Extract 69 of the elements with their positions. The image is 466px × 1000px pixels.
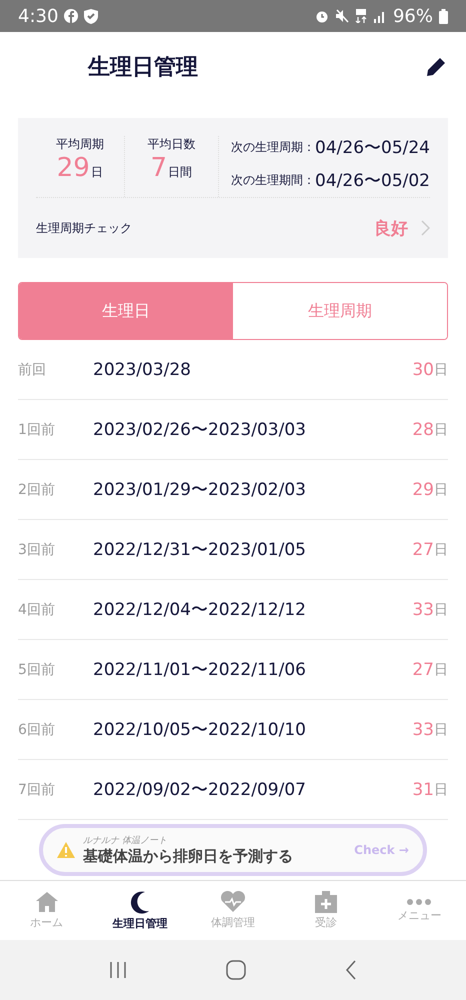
period-dates: 2023/03/28 [93,360,192,380]
period-dates: 2023/01/29〜2023/02/03 [93,479,307,501]
days-unit: 日 [434,600,448,618]
days-unit: 日 [434,420,448,438]
pencil-icon[interactable] [424,55,448,79]
check-link[interactable]: Check → [354,843,409,857]
banner-text: 基礎体温から排卵日を予測する [83,847,294,866]
cycle-days: 33 [412,600,434,620]
cycle-check-label: 生理周期チェック [36,220,132,236]
heartbeat-icon [220,891,246,913]
cycle-days: 31 [412,780,434,800]
period-label: 6回前 [18,720,56,738]
page-title: 生理日管理 [88,54,198,82]
more-icon [406,898,432,906]
back-icon[interactable] [344,960,357,980]
period-label: 1回前 [18,420,56,438]
stat-label: 平均日数 [147,136,196,153]
alarm-icon [314,9,329,23]
tab[interactable]: 生理日 [19,283,233,339]
warning-icon [57,842,75,858]
battery-level: 96% [392,6,433,26]
facebook-icon [64,9,78,23]
medical-case-icon [314,891,338,913]
period-dates: 2022/11/01〜2022/11/06 [93,659,307,681]
period-label: 7回前 [18,780,56,798]
next-period-dates: 04/26〜05/24 [315,137,430,159]
period-dates: 2022/12/31〜2023/01/05 [93,539,307,561]
days-unit: 日 [434,720,448,738]
stat-unit: 日 [90,164,103,181]
cycle-days: 33 [412,720,434,740]
signal-icon [372,9,387,23]
battery-icon [439,8,448,24]
days-unit: 日 [434,540,448,558]
stat-value: 7 [150,155,168,181]
period-dates: 2022/09/02〜2022/09/07 [93,779,307,801]
status-time: 4:30 [18,6,58,26]
stat-unit: 日間 [168,164,192,181]
home-button-icon[interactable] [226,960,246,980]
cycle-days: 30 [412,360,434,380]
period-label: 前回 [18,360,47,378]
period-dates: 2022/12/04〜2022/12/12 [93,599,307,621]
next-period-label: 次の生理期間： [231,172,316,189]
period-dates: 2023/02/26〜2023/03/03 [93,419,307,441]
next-period-dates: 04/26〜05/02 [315,170,430,192]
cycle-days: 29 [412,480,434,500]
cycle-days: 27 [412,660,434,680]
period-dates: 2022/10/05〜2022/10/10 [93,719,307,741]
home-icon [34,891,59,913]
period-label: 2回前 [18,480,56,498]
period-label: 4回前 [18,600,56,618]
shield-check-icon [84,8,98,24]
stat-label: 平均周期 [56,136,104,153]
days-unit: 日 [434,660,448,678]
network-icon [354,9,367,23]
mute-icon [334,9,349,23]
stat-value: 29 [56,155,90,181]
next-period-label: 次の生理周期： [231,139,316,156]
cycle-days: 27 [412,540,434,560]
cycle-check-result: 良好 [374,218,408,240]
banner-caption: ルナルナ 体温ノート [83,834,168,847]
days-unit: 日 [434,360,448,378]
moon-icon [128,890,151,914]
promo-banner[interactable]: ルナルナ 体温ノート 基礎体温から排卵日を予測する Check → [39,824,427,876]
days-unit: 日 [434,780,448,798]
recent-apps-icon[interactable] [109,961,128,979]
days-unit: 日 [434,480,448,498]
period-label: 3回前 [18,540,56,558]
cycle-days: 28 [412,420,434,440]
period-label: 5回前 [18,660,56,678]
